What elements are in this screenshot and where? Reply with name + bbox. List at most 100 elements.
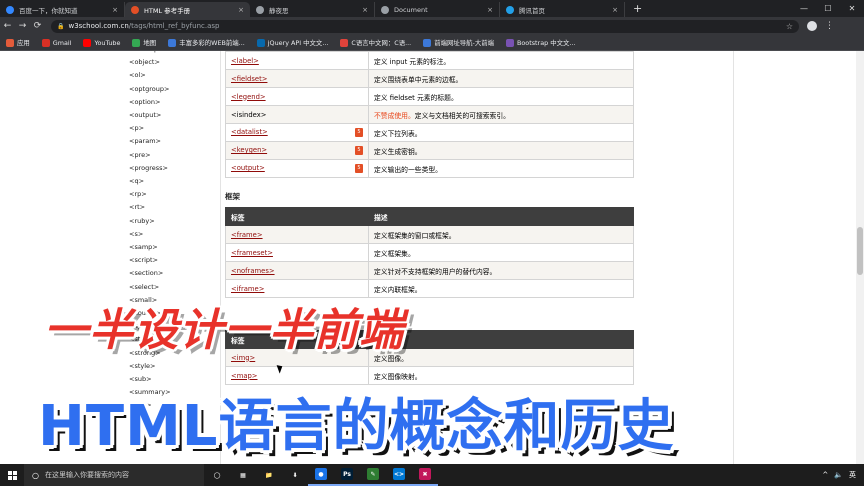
tag-link[interactable]: <output> [231, 164, 265, 172]
sidebar-tag-link[interactable]: <p> [129, 124, 144, 132]
tag-link[interactable]: <keygen> [231, 146, 267, 154]
sidebar-tag-link[interactable]: <progress> [129, 164, 168, 172]
sidebar-tag-link[interactable]: <select> [129, 283, 159, 291]
tab-title: 静夜思 [269, 6, 289, 15]
sidebar-tag-link[interactable]: <ruby> [129, 217, 155, 225]
new-tab-button[interactable]: + [633, 2, 642, 17]
bookmark-item[interactable]: 前端网址导航-大前端 [423, 38, 494, 47]
overlay-title-line2: HTML语言的概念和历史 [38, 394, 675, 459]
tab-close-icon[interactable]: × [487, 6, 493, 14]
tag-link[interactable]: <fieldset> [231, 75, 267, 83]
description-text: 定义生成密钥。 [374, 147, 422, 156]
scrollbar-thumb[interactable] [857, 227, 863, 275]
page-scrollbar[interactable] [856, 51, 864, 464]
tag-link[interactable]: <frame> [231, 231, 263, 239]
tab-close-icon[interactable]: × [362, 6, 368, 14]
sidebar-tag-link[interactable]: <section> [129, 269, 163, 277]
bookmark-item[interactable]: 应用 [6, 38, 30, 47]
forward-arrow-icon[interactable]: → [15, 21, 30, 31]
tab-close-icon[interactable]: × [112, 6, 118, 14]
taskbar-app-icon[interactable]: ◯ [204, 464, 230, 486]
tag-cell: <frameset> [225, 243, 369, 262]
table-row: <frame> 定义框架集的窗口或框架。 [225, 225, 634, 244]
tray-chevron-icon[interactable]: ^ [822, 471, 828, 479]
sidebar-tag-link[interactable]: <rp> [129, 190, 147, 198]
sidebar-tag-link[interactable]: <style> [129, 362, 155, 370]
browser-tab[interactable]: 静夜思 × [250, 2, 375, 17]
table-row: <legend> 定义 fieldset 元素的标题。 [225, 87, 634, 106]
taskbar-search[interactable]: ○ 在这里输入你要搜索的内容 [24, 464, 204, 486]
sidebar-tag-link[interactable]: <object> [129, 58, 160, 66]
browser-tab[interactable]: 百度一下，你就知道 × [0, 2, 125, 17]
taskbar-app-icon[interactable]: ✖ [412, 464, 438, 486]
tag-cell: <datalist> 5 [225, 123, 369, 142]
sidebar-tag-link[interactable]: <samp> [129, 243, 158, 251]
window-controls: — ☐ ✕ [792, 0, 864, 17]
bookmark-item[interactable]: 地图 [132, 38, 156, 47]
tag-cell: <legend> [225, 87, 369, 106]
tab-close-icon[interactable]: × [238, 6, 244, 14]
tag-link[interactable]: <legend> [231, 93, 266, 101]
minimize-icon[interactable]: — [792, 0, 816, 17]
tag-link[interactable]: <iframe> [231, 285, 264, 293]
tag-link[interactable]: <frameset> [231, 249, 273, 257]
sidebar-tag-link[interactable]: <ol> [129, 71, 146, 79]
speaker-icon[interactable]: 🔈 [834, 471, 843, 479]
description-cell: 定义 input 元素的标注。 [368, 51, 634, 70]
tab-favicon-icon [6, 5, 14, 14]
tag-link[interactable]: <label> [231, 57, 259, 65]
app-glyph-icon: <> [393, 468, 405, 480]
browser-tab[interactable]: HTML 参考手册 × [125, 2, 250, 17]
browser-tab[interactable]: 腾讯首页 × [500, 2, 625, 17]
bookmark-item[interactable]: Bootstrap 中文文... [506, 38, 575, 47]
header-tag: 标签 [225, 207, 369, 226]
bookmark-favicon-icon [423, 38, 432, 47]
reload-icon[interactable]: ⟳ [30, 21, 45, 31]
bookmark-item[interactable]: Gmail [41, 38, 71, 47]
sidebar-tag-link[interactable]: <noscript> [129, 51, 166, 53]
sidebar-tag-link[interactable]: <script> [129, 256, 158, 264]
tag-link[interactable]: <map> [231, 372, 258, 380]
taskbar-app-icon[interactable]: ● [308, 464, 334, 486]
input-language-indicator[interactable]: 英 [849, 470, 856, 480]
taskbar-app-icon[interactable]: 📁 [256, 464, 282, 486]
description-text: 定义 input 元素的标注。 [374, 57, 451, 66]
close-window-icon[interactable]: ✕ [840, 0, 864, 17]
windows-taskbar: ○ 在这里输入你要搜索的内容 ◯ ▦ 📁 ⬇ ● Ps ✎ <> ✖ ^ 🔈 英 [0, 464, 864, 486]
sidebar-tag-link[interactable]: <pre> [129, 151, 151, 159]
bookmark-item[interactable]: 丰富多彩的WEB前端... [168, 38, 245, 47]
taskbar-app-icon[interactable]: Ps [334, 464, 360, 486]
description-text: 定义围绕表单中元素的边框。 [374, 75, 463, 84]
bookmark-item[interactable]: C语言中文网：C语... [340, 38, 411, 47]
tab-close-icon[interactable]: × [612, 6, 618, 14]
profile-avatar-icon[interactable] [807, 21, 817, 31]
taskbar-app-icon[interactable]: <> [386, 464, 412, 486]
sidebar-tag-link[interactable]: <output> [129, 111, 161, 119]
back-arrow-icon[interactable]: ← [0, 21, 15, 31]
taskbar-app-icon[interactable]: ▦ [230, 464, 256, 486]
bookmark-star-icon[interactable]: ☆ [786, 22, 793, 31]
address-bar[interactable]: 🔒 w3school.com.cn /tags/html_ref_byfunc.… [51, 19, 799, 33]
bookmark-item[interactable]: jQuery API 中文文... [256, 38, 328, 47]
sidebar-tag-link[interactable]: <option> [129, 98, 160, 106]
tag-link[interactable]: <datalist> [231, 128, 268, 136]
maximize-icon[interactable]: ☐ [816, 0, 840, 17]
windows-start-icon[interactable] [0, 464, 24, 486]
browser-tab[interactable]: Document × [375, 2, 500, 17]
bookmark-item[interactable]: YouTube [83, 38, 120, 47]
menu-kebab-icon[interactable]: ⋮ [825, 21, 834, 31]
sidebar-tag-link[interactable]: <optgroup> [129, 85, 169, 93]
bookmark-label: Bootstrap 中文文... [517, 39, 576, 47]
sidebar-tag-link[interactable]: <param> [129, 137, 161, 145]
bookmark-label: 应用 [17, 39, 30, 47]
browser-toolbar: ← → ⟳ 🔒 w3school.com.cn /tags/html_ref_b… [0, 17, 864, 35]
description-text: 定义输出的一些类型。 [374, 165, 442, 174]
taskbar-app-icon[interactable]: ✎ [360, 464, 386, 486]
description-cell: 定义针对不支持框架的用户的替代内容。 [368, 261, 634, 280]
frames-table: 标签 描述 <frame> 定义框架集的窗口或框架。 <frameset> 定义框架集。 <… [225, 207, 634, 298]
sidebar-tag-link[interactable]: <q> [129, 177, 144, 185]
taskbar-app-icon[interactable]: ⬇ [282, 464, 308, 486]
sidebar-tag-link[interactable]: <rt> [129, 203, 145, 211]
tag-link[interactable]: <noframes> [231, 267, 275, 275]
sidebar-tag-link[interactable]: <s> [129, 230, 143, 238]
